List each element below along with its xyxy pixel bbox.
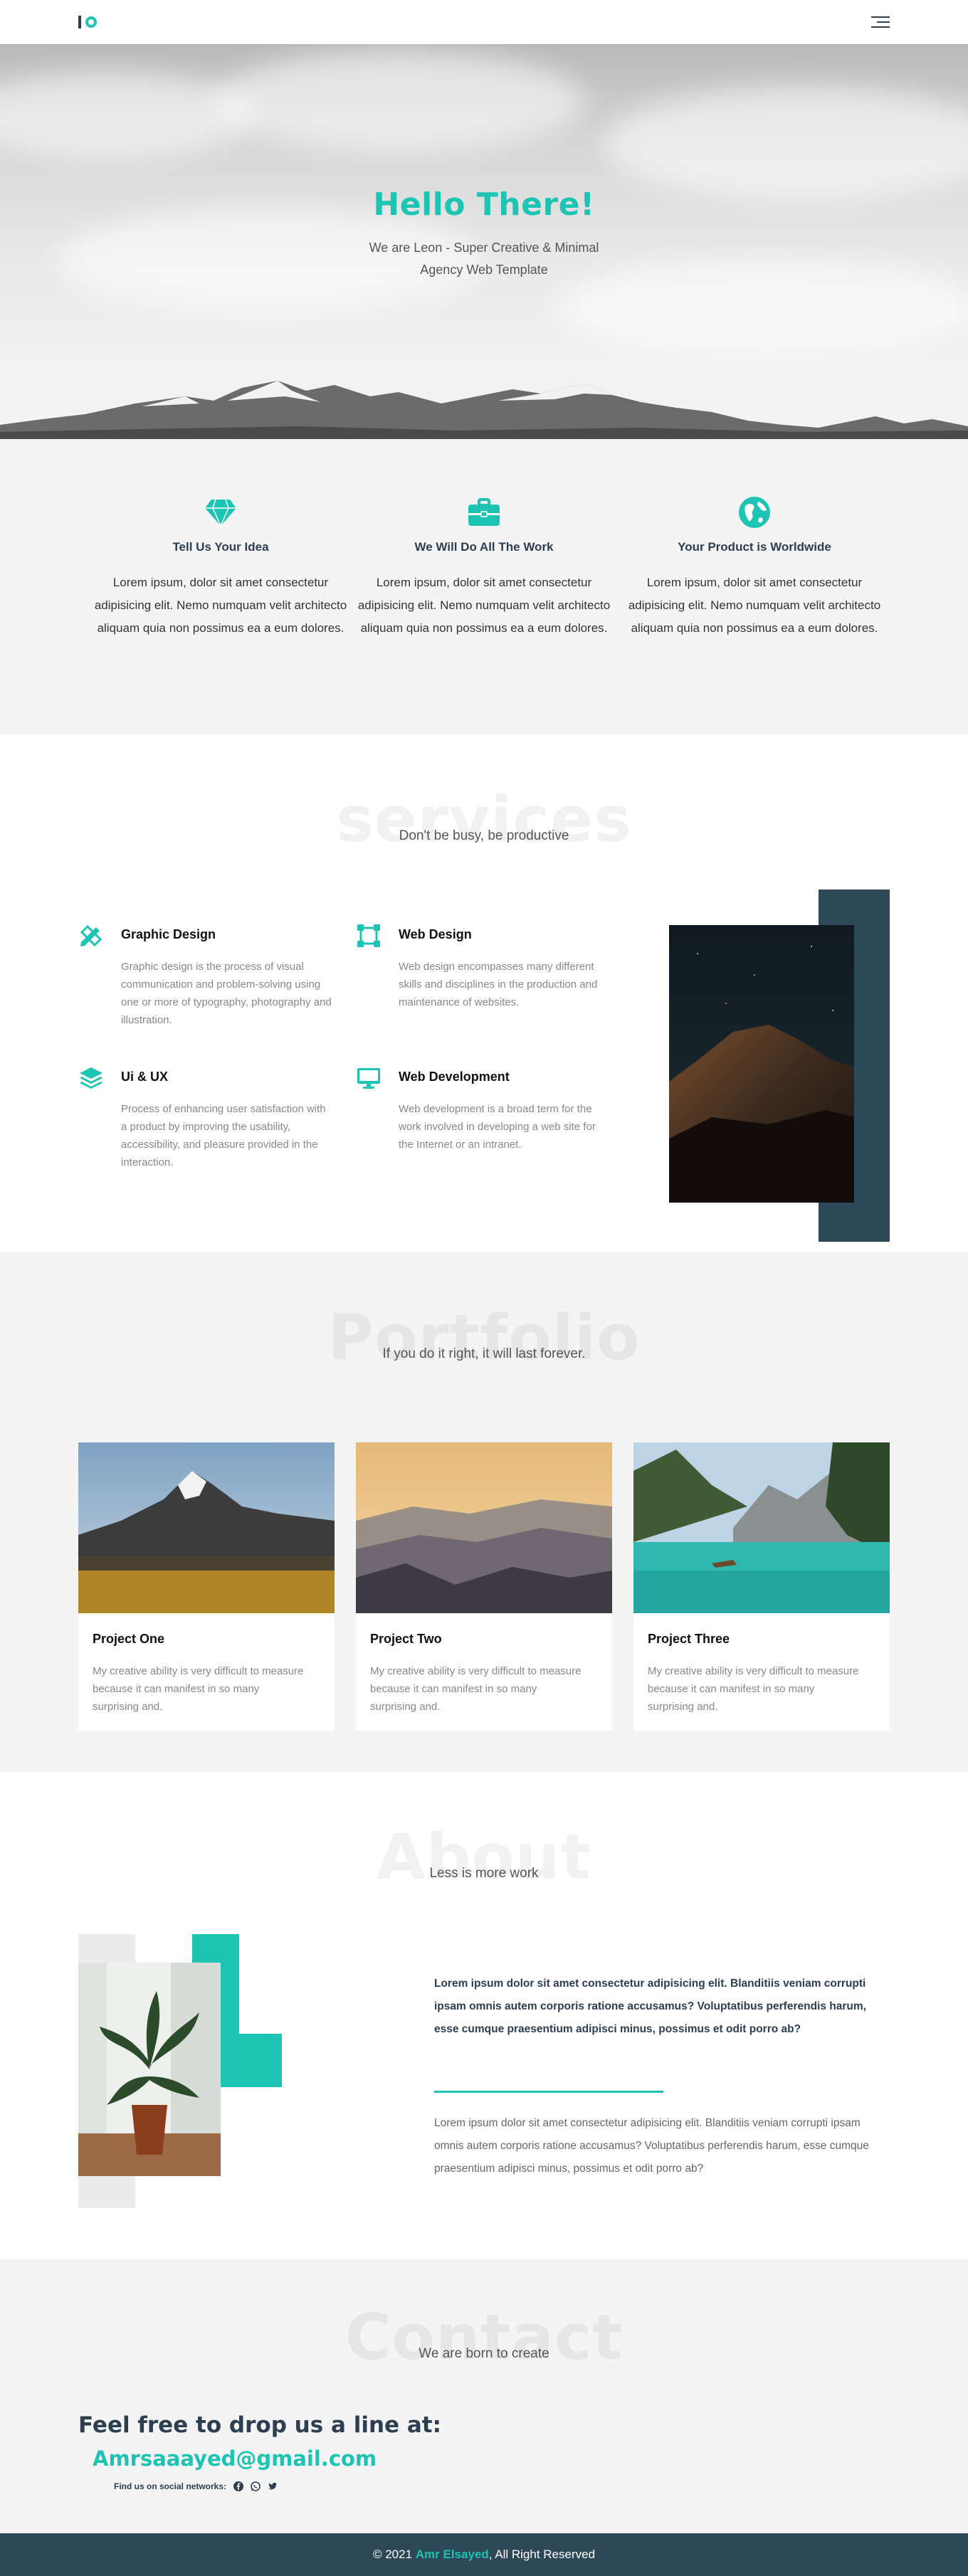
about-subtitle: Less is more work: [429, 1866, 539, 1881]
project-text: My creative ability is very difficult to…: [93, 1665, 304, 1713]
portfolio-subtitle: If you do it right, it will last forever…: [382, 1346, 586, 1361]
service-item: Graphic Design Graphic design is the pro…: [78, 923, 332, 1029]
desktop-icon: [356, 1065, 382, 1091]
services-heading: services Don't be busy, be productive: [0, 784, 968, 855]
contact-section: Contact We are born to create Feel free …: [0, 2259, 968, 2533]
project-card[interactable]: Project Three My creative ability is ver…: [633, 1442, 890, 1731]
about-heading: About Less is more work: [0, 1822, 968, 1893]
project-title: Project Two: [370, 1632, 442, 1646]
project-text: My creative ability is very difficult to…: [648, 1665, 859, 1713]
about-section: About Less is more work Lorem ipsum dolo…: [0, 1772, 968, 2259]
project-image: [633, 1442, 890, 1613]
logo-ring: [85, 16, 97, 28]
feature-text: Lorem ipsum, dolor sit amet consectetur …: [628, 576, 881, 635]
portfolio-section: Portfolio If you do it right, it will la…: [0, 1252, 968, 1772]
service-item: Ui & UX Process of enhancing user satisf…: [78, 1065, 326, 1171]
feature-title: We Will Do All The Work: [414, 540, 554, 554]
feature-title: Your Product is Worldwide: [678, 540, 831, 554]
services-subtitle: Don't be busy, be productive: [399, 828, 569, 843]
service-text: Graphic design is the process of visual …: [121, 961, 332, 1026]
services-section: services Don't be busy, be productive Gr…: [0, 734, 968, 1252]
about-text: Lorem ipsum dolor sit amet consectetur a…: [434, 2117, 869, 2175]
diamond-icon: [204, 496, 237, 529]
service-text: Web design encompasses many different sk…: [399, 961, 598, 1008]
feature-card: Your Product is Worldwide Lorem ipsum, d…: [626, 496, 883, 640]
service-title: Web Design: [399, 927, 472, 941]
twitter-icon[interactable]: [268, 2481, 278, 2491]
feature-title: Tell Us Your Idea: [172, 540, 269, 554]
contact-email-link[interactable]: Amrsaaayed@gmail.com: [93, 2446, 377, 2471]
service-title: Web Development: [399, 1070, 510, 1084]
footer-prefix: © 2021: [372, 2548, 416, 2561]
portfolio-ghost-title: Portfolio: [327, 1301, 641, 1374]
logo-bar: [78, 16, 81, 28]
project-image: [78, 1442, 335, 1613]
portfolio-heading: Portfolio If you do it right, it will la…: [0, 1302, 968, 1373]
service-title: Ui & UX: [121, 1070, 169, 1084]
hero-section: Hello There! We are Leon - Super Creativ…: [0, 44, 968, 439]
logo[interactable]: [78, 16, 97, 28]
hero-content: Hello There! We are Leon - Super Creativ…: [0, 186, 968, 281]
footer: © 2021 Amr Elsayed, All Right Reserved: [0, 2533, 968, 2576]
mountain-range-image: [0, 381, 968, 439]
contact-ghost-title: Contact: [344, 2301, 624, 2374]
about-divider: [434, 2091, 663, 2093]
briefcase-icon: [468, 496, 500, 529]
project-title: Project Three: [648, 1632, 730, 1646]
project-text: My creative ability is very difficult to…: [370, 1665, 582, 1713]
whatsapp-icon[interactable]: [251, 2481, 261, 2491]
facebook-icon[interactable]: [233, 2481, 244, 2491]
footer-author-link[interactable]: Amr Elsayed: [416, 2548, 489, 2561]
project-card[interactable]: Project Two My creative ability is very …: [356, 1442, 612, 1731]
project-image: [356, 1442, 612, 1613]
services-ghost-title: services: [336, 783, 632, 856]
social-links: Find us on social networks:: [114, 2481, 278, 2491]
social-label: Find us on social networks:: [114, 2481, 227, 2491]
contact-heading-text: Feel free to drop us a line at:: [78, 2412, 441, 2438]
service-title: Graphic Design: [121, 927, 216, 941]
pencil-ruler-icon: [78, 923, 104, 949]
service-text: Web development is a broad term for the …: [399, 1103, 596, 1151]
about-plant-image: [78, 1963, 221, 2176]
project-card[interactable]: Project One My creative ability is very …: [78, 1442, 335, 1731]
layers-icon: [78, 1065, 104, 1091]
globe-icon: [738, 496, 771, 529]
service-item: Web Development Web development is a bro…: [356, 1065, 596, 1154]
about-bold-text: Lorem ipsum dolor sit amet consectetur a…: [434, 1978, 866, 2035]
services-mountain-image: [669, 925, 854, 1203]
features-section: Tell Us Your Idea Lorem ipsum, dolor sit…: [0, 439, 968, 734]
feature-card: We Will Do All The Work Lorem ipsum, dol…: [356, 496, 612, 640]
hero-subtitle: We are Leon - Super Creative & Minimal A…: [369, 241, 599, 277]
feature-text: Lorem ipsum, dolor sit amet consectetur …: [94, 576, 347, 635]
service-item: Web Design Web design encompasses many d…: [356, 923, 597, 1011]
about-ghost-title: About: [377, 1820, 591, 1894]
hamburger-menu-icon[interactable]: [871, 16, 890, 28]
contact-heading: Contact We are born to create: [0, 2302, 968, 2373]
contact-subtitle: We are born to create: [419, 2346, 549, 2361]
hero-title: Hello There!: [373, 186, 595, 223]
decorative-block: [239, 2034, 282, 2087]
feature-card: Tell Us Your Idea Lorem ipsum, dolor sit…: [93, 496, 349, 640]
feature-text: Lorem ipsum, dolor sit amet consectetur …: [357, 576, 611, 635]
project-title: Project One: [93, 1632, 165, 1646]
service-text: Process of enhancing user satisfaction w…: [121, 1103, 326, 1168]
footer-suffix: , All Right Reserved: [488, 2548, 596, 2561]
top-navbar: [0, 0, 968, 44]
vector-square-icon: [356, 923, 382, 949]
